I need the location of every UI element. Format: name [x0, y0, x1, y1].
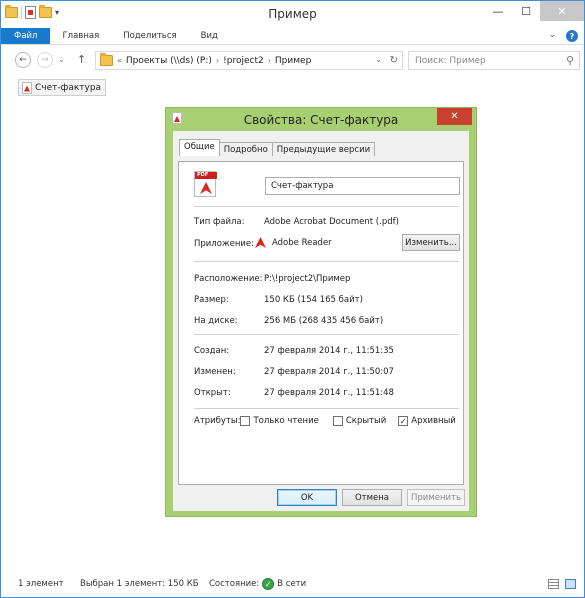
pdf-icon: PDF [194, 171, 217, 197]
pdf-icon [22, 81, 32, 94]
status-bar: 1 элемент Выбран 1 элемент: 150 КБ Состо… [1, 571, 584, 597]
adobe-reader-icon [255, 237, 266, 248]
item-count: 1 элемент [18, 579, 64, 589]
status-label: Состояние: [209, 579, 260, 589]
search-icon[interactable]: ⚲ [566, 54, 574, 67]
dialog-title: Свойства: Счет-фактура [243, 113, 399, 127]
divider [194, 334, 459, 335]
file-type-label: Тип файла: [194, 217, 245, 227]
dialog-close-button[interactable]: ✕ [437, 108, 472, 125]
breadcrumb-current[interactable]: Пример [275, 56, 311, 66]
recent-locations-icon[interactable]: ⌄ [58, 55, 65, 64]
attributes-row: Атрибуты: Только чтение Скрытый ✓ Архивн… [194, 416, 456, 426]
folder-icon [100, 53, 113, 66]
breadcrumb-separator[interactable]: › [268, 56, 271, 65]
hidden-checkbox[interactable] [332, 416, 343, 426]
archive-label[interactable]: Архивный [411, 416, 456, 426]
minimize-button[interactable]: — [484, 1, 512, 21]
search-input[interactable]: Поиск: Пример ⚲ [408, 51, 580, 70]
file-type-value: Adobe Acrobat Document (.pdf) [264, 217, 399, 227]
size-value: 150 КБ (154 165 байт) [264, 295, 363, 305]
size-on-disk-value: 256 МБ (268 435 456 байт) [264, 316, 384, 326]
divider [194, 206, 459, 207]
tab-share[interactable]: Поделиться [111, 28, 188, 44]
readonly-checkbox[interactable] [240, 416, 251, 426]
tab-general[interactable]: Общие [179, 139, 220, 156]
pdf-badge: PDF [195, 172, 217, 179]
online-status-icon: ✓ [262, 578, 275, 590]
properties-dialog: Свойства: Счет-фактура ✕ Общие Подробно … [165, 107, 477, 517]
general-panel: PDF Счет-фактура Тип файла: Adobe Acroba… [178, 161, 464, 485]
tab-previous-versions[interactable]: Предыдущие версии [271, 142, 376, 156]
path-overflow-icon[interactable]: « [117, 56, 122, 65]
breadcrumb-project[interactable]: !project2 [223, 56, 264, 66]
view-switcher [548, 579, 576, 589]
title-bar: ▾ Пример — ☐ ✕ [1, 1, 584, 28]
application-value: Adobe Reader [255, 237, 332, 248]
accessed-label: Открыт: [194, 388, 231, 398]
dialog-title-bar: Свойства: Счет-фактура ✕ [166, 108, 476, 130]
divider [194, 408, 459, 409]
archive-checkbox[interactable]: ✓ [398, 416, 409, 426]
status-value: В сети [277, 579, 307, 589]
tab-file[interactable]: Файл [1, 28, 51, 44]
availability-status: Состояние: ✓ В сети [209, 578, 306, 590]
help-icon[interactable]: ? [566, 30, 578, 42]
file-name-field[interactable]: Счет-фактура [265, 177, 460, 195]
tab-home[interactable]: Главная [50, 28, 111, 44]
maximize-button[interactable]: ☐ [512, 1, 540, 21]
acrobat-symbol [200, 182, 212, 194]
forward-button[interactable]: → [37, 52, 53, 68]
close-button[interactable]: ✕ [540, 1, 584, 21]
navigation-bar: ← → ⌄ ↑ « Проекты (\\ds) (P:) › !project… [1, 46, 584, 74]
size-on-disk-label: На диске: [194, 316, 238, 326]
modified-label: Изменен: [194, 367, 236, 377]
back-button[interactable]: ← [15, 52, 31, 68]
file-name: Счет-фактура [35, 82, 102, 93]
change-button[interactable]: Изменить... [402, 234, 460, 251]
tab-details[interactable]: Подробно [218, 142, 273, 156]
size-label: Размер: [194, 295, 229, 305]
search-placeholder: Поиск: Пример [415, 55, 486, 66]
address-dropdown-icon[interactable]: ⌄ [375, 55, 382, 64]
expand-ribbon-icon[interactable]: ⌄ [548, 30, 556, 42]
refresh-icon[interactable]: ↻ [390, 55, 398, 66]
accessed-value: 27 февраля 2014 г., 11:51:48 [264, 388, 394, 398]
ribbon-right-controls: ⌄ ? [548, 30, 578, 42]
created-value: 27 февраля 2014 г., 11:51:35 [264, 346, 394, 356]
breadcrumb-drive[interactable]: Проекты (\\ds) (P:) [126, 56, 212, 66]
apply-button[interactable]: Применить [407, 489, 465, 506]
window-controls: — ☐ ✕ [484, 1, 584, 21]
readonly-label[interactable]: Только чтение [253, 416, 318, 426]
file-item[interactable]: Счет-фактура [18, 79, 107, 96]
hidden-label[interactable]: Скрытый [346, 416, 386, 426]
tab-view[interactable]: Вид [189, 28, 230, 44]
ribbon-tabs: Файл Главная Поделиться Вид ⌄ ? [1, 28, 584, 45]
application-name: Adobe Reader [272, 237, 332, 248]
large-icons-view-icon[interactable] [565, 579, 576, 589]
address-bar[interactable]: « Проекты (\\ds) (P:) › !project2 › Прим… [95, 51, 403, 70]
attributes-label: Атрибуты: [194, 416, 241, 426]
location-label: Расположение: [194, 274, 263, 284]
details-view-icon[interactable] [548, 579, 559, 589]
selection-info: Выбран 1 элемент: 150 КБ [80, 579, 199, 589]
ok-button[interactable]: OK [277, 489, 337, 506]
dialog-tabs: Общие Подробно Предыдущие версии [179, 139, 376, 156]
location-value: P:\!project2\Пример [264, 274, 351, 284]
breadcrumb-separator[interactable]: › [216, 56, 219, 65]
modified-value: 27 февраля 2014 г., 11:50:07 [264, 367, 394, 377]
application-label: Приложение: [194, 239, 255, 249]
up-button[interactable]: ↑ [77, 53, 86, 66]
created-label: Создан: [194, 346, 230, 356]
dialog-body: Общие Подробно Предыдущие версии PDF Сче… [173, 131, 469, 511]
cancel-button[interactable]: Отмена [342, 489, 402, 506]
divider [194, 261, 459, 262]
